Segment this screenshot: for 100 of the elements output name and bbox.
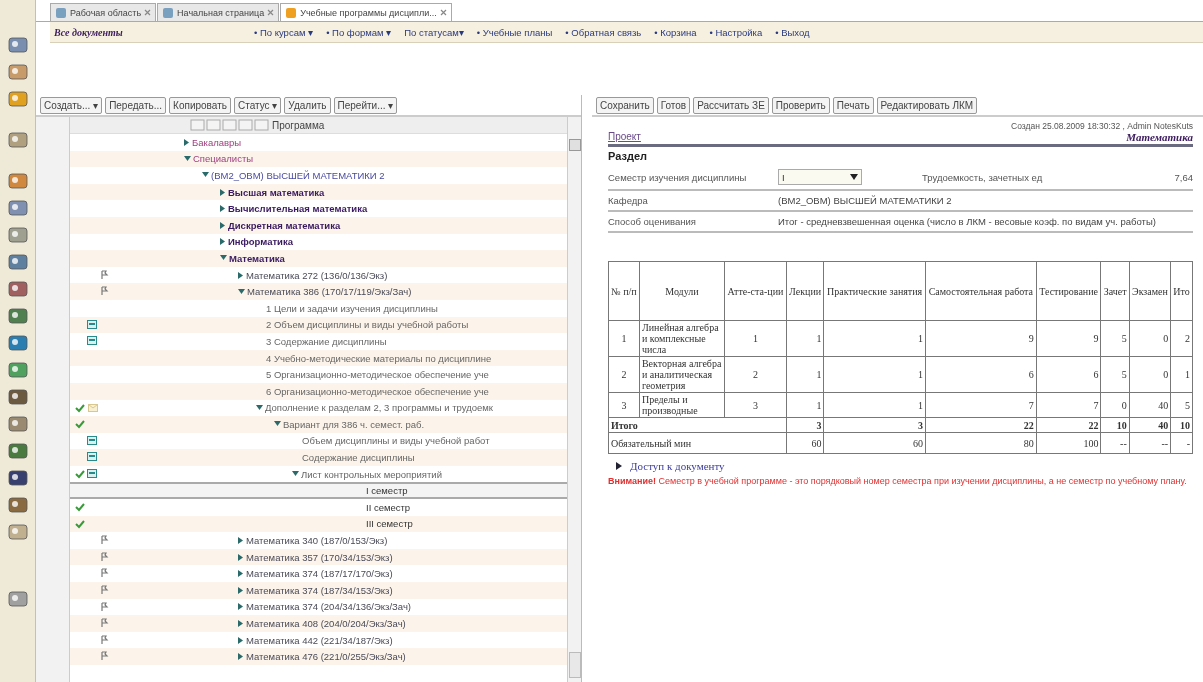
collapse-arrow-icon[interactable] xyxy=(202,172,209,179)
dropdown-arrow-icon[interactable] xyxy=(850,174,858,180)
app-shortcut-icon[interactable] xyxy=(6,440,29,462)
tree-item[interactable]: Математика 442 (221/34/187/Экз) xyxy=(246,634,393,646)
expand-arrow-icon[interactable] xyxy=(238,271,244,279)
tab[interactable]: Учебные программы дисципли... xyxy=(280,3,452,21)
expand-arrow-icon[interactable] xyxy=(238,537,244,545)
tree-item[interactable]: 5 Организационно-методическое обеспечение уче xyxy=(266,369,489,381)
toolbar-button[interactable]: Перейти... ▾ xyxy=(333,97,398,114)
field-label: Способ оценивания xyxy=(608,216,697,227)
app-shortcut-icon[interactable] xyxy=(6,197,29,219)
semester-select[interactable]: I xyxy=(778,169,862,185)
table-cell: Пределы и производные xyxy=(639,392,725,418)
app-shortcut-icon[interactable] xyxy=(6,386,29,408)
scrollbar[interactable] xyxy=(567,117,581,682)
table-cell: 80 xyxy=(925,432,1037,454)
tree-item[interactable]: Математика 357 (170/34/153/Экз) xyxy=(246,551,393,563)
nav-link[interactable]: • Обратная связь xyxy=(565,26,642,38)
column-header: Ито xyxy=(1170,261,1193,321)
tree-item[interactable]: Математика 374 (187/17/170/Экз) xyxy=(246,568,393,580)
app-shortcut-icon[interactable] xyxy=(6,224,29,246)
app-shortcut-icon[interactable] xyxy=(6,34,29,56)
toolbar-button[interactable]: Передать... xyxy=(105,97,167,114)
column-header: № п/п xyxy=(608,261,640,321)
tree-item[interactable]: Математика 272 (136/0/136/Экз) xyxy=(246,269,388,281)
nav-link[interactable]: По статусам▾ xyxy=(404,26,464,38)
toolbar-button[interactable]: Статус ▾ xyxy=(233,97,282,114)
table-cell: Обязательный мин xyxy=(608,432,787,454)
tree-item[interactable]: III семестр xyxy=(366,518,413,530)
collapse-arrow-icon[interactable] xyxy=(220,255,227,262)
app-shortcut-icon[interactable] xyxy=(6,359,29,381)
tree-item[interactable]: II семестр xyxy=(366,501,411,513)
toolbar-button[interactable]: Удалить xyxy=(284,97,331,114)
tree-item[interactable]: 1 Цели и задачи изучения дисциплины xyxy=(266,302,438,314)
close-icon[interactable] xyxy=(267,9,275,16)
tab[interactable]: Начальная страница xyxy=(157,3,280,21)
collapse-arrow-icon[interactable] xyxy=(256,404,263,411)
tree-item[interactable]: Вычислительная математика xyxy=(228,203,368,215)
tree-item[interactable]: Объем дисциплины и виды учебной работ xyxy=(302,435,490,447)
toolbar-button[interactable]: Создать... ▾ xyxy=(40,97,103,114)
expand-arrow-icon[interactable] xyxy=(238,603,244,611)
table-cell: 0 xyxy=(1129,320,1171,357)
nav-link[interactable]: • Настройка xyxy=(709,26,763,38)
expand-arrow-icon[interactable] xyxy=(220,205,226,213)
expand-arrow-icon[interactable] xyxy=(616,462,622,470)
close-icon[interactable] xyxy=(144,9,152,16)
nav-link[interactable]: • Учебные планы xyxy=(476,26,553,38)
tree-item[interactable]: Информатика xyxy=(228,236,293,248)
app-shortcut-icon[interactable] xyxy=(6,129,29,151)
page-icon xyxy=(162,6,175,19)
app-shortcut-icon[interactable] xyxy=(6,467,29,489)
tree-item[interactable]: Математика xyxy=(229,252,285,264)
expand-arrow-icon[interactable] xyxy=(184,138,190,146)
app-shortcut-icon[interactable] xyxy=(6,332,29,354)
app-shortcut-icon[interactable] xyxy=(6,278,29,300)
app-shortcut-icon[interactable] xyxy=(6,170,29,192)
column-header[interactable]: Программа xyxy=(272,119,325,131)
app-shortcut-icon[interactable] xyxy=(6,305,29,327)
nav-link[interactable]: • По курсам ▾ xyxy=(254,26,314,38)
nav-link[interactable]: • Выход xyxy=(775,26,810,38)
toolbar-button[interactable]: Печать xyxy=(832,97,874,114)
tree-item[interactable]: Дополнение к разделам 2, 3 программы и трудоемк xyxy=(265,402,493,414)
expand-arrow-icon[interactable] xyxy=(220,238,226,246)
toolbar-button[interactable]: Проверить xyxy=(771,97,830,114)
toolbar-button[interactable]: Сохранить xyxy=(596,97,654,114)
tree-item[interactable]: Математика 374 (204/34/136/Экз/Зач) xyxy=(246,601,412,613)
project-link[interactable]: Проект xyxy=(608,131,641,143)
tree-item[interactable]: Бакалавры xyxy=(192,136,242,148)
expand-arrow-icon[interactable] xyxy=(238,636,244,644)
access-link[interactable]: Доступ к документу xyxy=(630,460,725,472)
nav-link[interactable]: • По формам ▾ xyxy=(326,26,392,38)
collapse-arrow-icon[interactable] xyxy=(238,288,245,295)
app-shortcut-icon[interactable] xyxy=(6,413,29,435)
tree-item[interactable]: Содержание дисциплины xyxy=(302,452,415,464)
document-title: Математика xyxy=(1126,131,1193,143)
tree-item[interactable]: 3 Содержание дисциплины xyxy=(266,335,387,347)
toolbar-button[interactable]: Редактировать ЛКМ xyxy=(876,97,978,114)
app-shortcut-icon[interactable] xyxy=(6,588,29,610)
collapse-arrow-icon[interactable] xyxy=(274,421,281,428)
toolbar-button[interactable]: Готов xyxy=(656,97,691,114)
collapse-arrow-icon[interactable] xyxy=(184,155,191,162)
app-shortcut-icon[interactable] xyxy=(6,251,29,273)
app-shortcut-icon[interactable] xyxy=(6,494,29,516)
toolbar-button[interactable]: Копировать xyxy=(169,97,231,114)
field-label: Кафедра xyxy=(608,195,649,206)
tree-item[interactable]: Специалисты xyxy=(193,153,254,165)
nav-link[interactable]: • Корзина xyxy=(654,26,697,38)
toolbar-button[interactable]: Рассчитать ЗЕ xyxy=(693,97,769,114)
tree-item[interactable]: Дискретная математика xyxy=(228,219,341,231)
app-shortcut-icon[interactable] xyxy=(6,88,29,110)
tree-item[interactable]: (ВМ2_ОВМ) ВЫСШЕЙ МАТЕМАТИКИ 2 xyxy=(211,170,385,181)
collapse-arrow-icon[interactable] xyxy=(292,471,299,478)
tab[interactable]: Рабочая область xyxy=(50,3,157,21)
app-shortcut-icon[interactable] xyxy=(6,61,29,83)
tree-item[interactable]: I семестр xyxy=(366,485,408,497)
close-icon[interactable] xyxy=(439,9,447,16)
expand-arrow-icon[interactable] xyxy=(238,570,244,578)
tree-item[interactable]: Математика 340 (187/0/153/Экз) xyxy=(246,535,388,547)
tree-item[interactable]: Высшая математика xyxy=(228,186,325,198)
tree-item[interactable]: Лист контрольных мероприятий xyxy=(301,468,442,480)
